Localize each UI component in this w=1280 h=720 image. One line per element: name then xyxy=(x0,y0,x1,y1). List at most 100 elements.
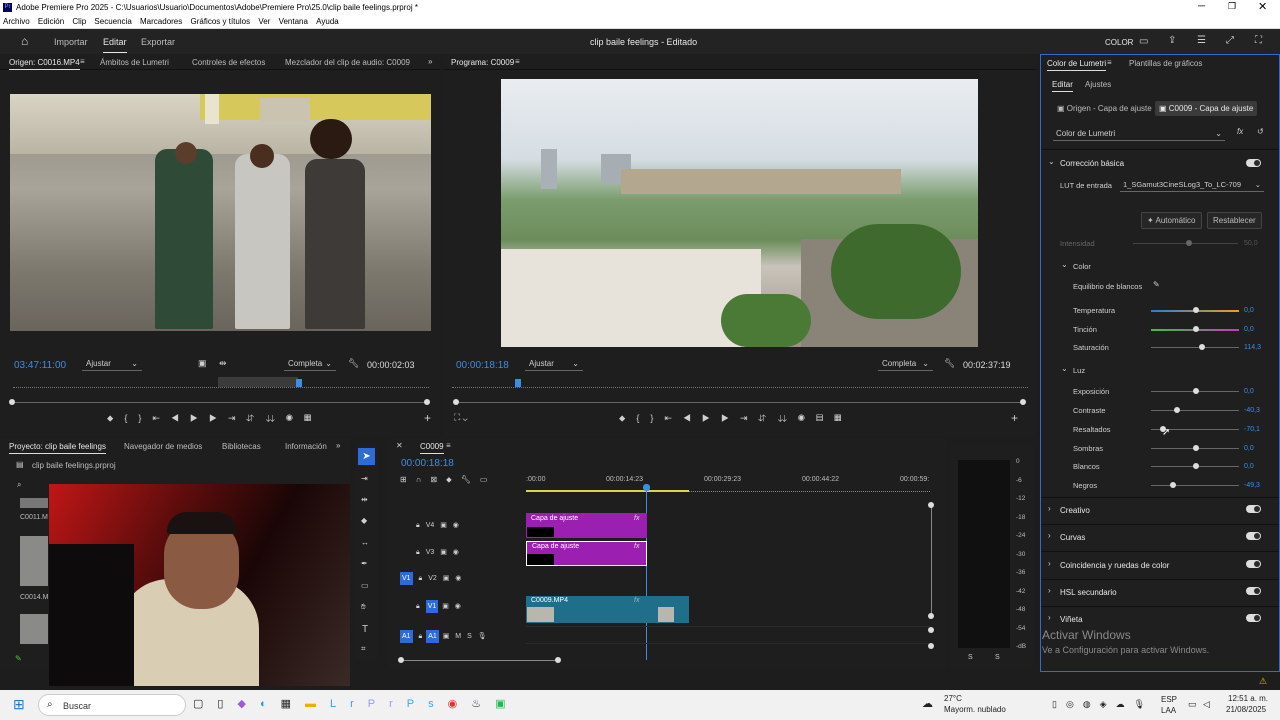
origen-button[interactable]: ▣ Origen - Capa de ajuste xyxy=(1053,102,1156,115)
program-in-icon[interactable]: { xyxy=(636,413,650,423)
play-icon[interactable]: ▶ xyxy=(190,413,209,423)
source-fit-select[interactable]: Ajustar ⌄ xyxy=(82,357,142,371)
step-forward-icon[interactable]: ▶ xyxy=(209,413,228,423)
home-icon[interactable]: ⌂ xyxy=(21,34,28,48)
go-in-icon[interactable]: ⇤ xyxy=(152,413,171,423)
clip-adjustment-v3[interactable]: Capa de ajuste fx xyxy=(526,541,647,566)
program-quality-select[interactable]: Completa ⌄ xyxy=(878,357,933,371)
chrome-icon[interactable]: ◉ xyxy=(448,698,472,710)
menu-graficos[interactable]: Gráficos y títulos xyxy=(191,17,251,26)
menu-ver[interactable]: Ver xyxy=(258,17,270,26)
edge-icon[interactable]: ◐ xyxy=(260,698,281,710)
chevron-right-icon[interactable]: › xyxy=(1048,531,1051,540)
sync-icon[interactable]: ▣ xyxy=(440,522,447,529)
luz-chevron-icon[interactable]: ⌄ xyxy=(1061,364,1068,373)
timeline-vscroll[interactable] xyxy=(931,505,932,617)
clock-time[interactable]: 12:51 a. m. xyxy=(1228,694,1268,703)
project-item-2[interactable]: C0014.M xyxy=(20,594,48,601)
menu-edicion[interactable]: Edición xyxy=(38,17,64,26)
lang-2[interactable]: LAA xyxy=(1161,706,1176,715)
tab-effect-controls[interactable]: Controles de efectos xyxy=(192,58,265,67)
track-select-icon[interactable]: ⇥ xyxy=(361,474,368,483)
lightroom-icon[interactable]: Lr xyxy=(330,698,368,710)
windows-start-icon[interactable]: ⊞ xyxy=(13,696,25,713)
section-ruedas[interactable]: Coincidencia y ruedas de color xyxy=(1060,561,1169,570)
menu-ventana[interactable]: Ventana xyxy=(279,17,308,26)
split-icon[interactable]: ⇹ xyxy=(219,358,227,369)
sync-icon[interactable]: ▣ xyxy=(443,633,450,640)
panel-icon[interactable]: ▭ xyxy=(1139,36,1148,47)
source-add-button[interactable]: + xyxy=(424,411,431,425)
basic-section-title[interactable]: Corrección básica xyxy=(1060,159,1124,168)
sync-icon[interactable]: ▣ xyxy=(442,603,449,610)
timeline-settings-icon[interactable]: 🔧︎ xyxy=(461,475,480,484)
tab-project[interactable]: Proyecto: clip baile feelings xyxy=(9,442,106,454)
tab-sequence[interactable]: C0009 xyxy=(420,442,444,454)
curvas-toggle[interactable] xyxy=(1246,532,1261,540)
exposicion-value[interactable]: 0,0 xyxy=(1244,388,1254,395)
eyedropper-icon[interactable]: ✎ xyxy=(1153,280,1160,289)
safe-margins-icon[interactable]: ⛶ ⌄ xyxy=(454,412,468,423)
mic-icon[interactable]: 🎙︎ xyxy=(478,633,487,640)
clip-adjustment-v4[interactable]: Capa de ajuste fx xyxy=(526,513,647,538)
source-playhead[interactable] xyxy=(296,379,302,387)
lock-icon[interactable]: 🔒︎ xyxy=(416,522,420,529)
insert-icon[interactable]: ⇵ xyxy=(247,413,266,423)
chevron-right-icon[interactable]: › xyxy=(1048,586,1051,595)
volume-icon[interactable]: ◁ xyxy=(1203,699,1210,710)
store-icon[interactable]: ▦ xyxy=(281,698,305,710)
chevron-right-icon[interactable]: › xyxy=(1048,559,1051,568)
destination-button[interactable]: ▣ C0009 - Capa de ajuste xyxy=(1155,101,1258,116)
ripple-edit-icon[interactable]: ⇹ xyxy=(361,495,368,504)
overwrite-icon[interactable]: ⇊ xyxy=(266,413,286,423)
sync-icon[interactable]: ▣ xyxy=(443,575,450,582)
tray-icon-3[interactable]: ◍ xyxy=(1083,699,1100,709)
weather-desc[interactable]: Mayorm. nublado xyxy=(944,705,1006,714)
snap-icon[interactable]: ∩ xyxy=(416,475,431,484)
color-chevron-icon[interactable]: ⌄ xyxy=(1061,260,1068,269)
pen-tool-icon[interactable]: ✒ xyxy=(361,559,368,568)
eye-icon[interactable]: ◉ xyxy=(455,603,461,610)
settings-icon[interactable]: ▣ xyxy=(198,358,207,369)
hsl-toggle[interactable] xyxy=(1246,587,1261,595)
saturacion-value[interactable]: 114,3 xyxy=(1244,344,1261,351)
program-add-button[interactable]: + xyxy=(1011,411,1018,425)
menu-clip[interactable]: Clip xyxy=(72,17,86,26)
linked-icon[interactable]: ⊠ xyxy=(430,475,446,484)
reset-icon[interactable]: ↺ xyxy=(1257,127,1264,136)
rectangle-tool-icon[interactable]: ▭ xyxy=(361,581,369,590)
subtab-ajustes[interactable]: Ajustes xyxy=(1085,80,1111,89)
in-point-icon[interactable]: { xyxy=(124,413,138,423)
step-back-icon[interactable]: ◀ xyxy=(171,413,190,423)
mute-button[interactable]: M xyxy=(455,633,461,640)
network-icon[interactable]: ▭ xyxy=(1188,699,1197,710)
program-out-icon[interactable]: } xyxy=(650,413,664,423)
explorer-icon[interactable]: ▬ xyxy=(305,698,330,710)
tab-libraries[interactable]: Bibliotecas xyxy=(222,442,261,451)
timeline-hscroll[interactable] xyxy=(402,660,560,661)
lock-icon[interactable]: 🔒︎ xyxy=(416,603,420,610)
chevron-right-icon[interactable]: › xyxy=(1048,613,1051,622)
luz-title[interactable]: Luz xyxy=(1073,366,1085,375)
ruedas-toggle[interactable] xyxy=(1246,560,1261,568)
tab-audio-mixer[interactable]: Mezclador del clip de audio: C0009 xyxy=(285,58,410,67)
tray-icon-2[interactable]: ◎ xyxy=(1066,699,1083,709)
solo-left[interactable]: S xyxy=(968,654,973,661)
section-creativo[interactable]: Creativo xyxy=(1060,506,1090,515)
razor-tool-icon[interactable]: ◆ xyxy=(361,516,367,525)
share-icon[interactable]: ⇪ xyxy=(1168,35,1176,46)
negros-slider[interactable] xyxy=(1151,485,1239,486)
copilot-icon[interactable]: ◆ xyxy=(237,698,259,710)
program-zoom-bar[interactable] xyxy=(456,402,1024,403)
reset-button[interactable]: Restablecer xyxy=(1207,212,1262,229)
timeline-close-icon[interactable]: ✕ xyxy=(396,441,403,450)
eye-icon[interactable]: ◉ xyxy=(453,522,459,529)
program-back-icon[interactable]: ◀ xyxy=(683,413,702,423)
tab-lumetri[interactable]: Color de Lumetri xyxy=(1047,59,1107,71)
tab-source[interactable]: Origen: C0016.MP4 xyxy=(9,58,80,70)
solo-button[interactable]: S xyxy=(467,633,472,640)
tab-info[interactable]: Información xyxy=(285,442,327,451)
project-more-icon[interactable]: » xyxy=(336,441,340,450)
lock-icon[interactable]: 🔒︎ xyxy=(416,549,420,556)
add-marker-icon[interactable]: ⬥ xyxy=(446,475,461,484)
